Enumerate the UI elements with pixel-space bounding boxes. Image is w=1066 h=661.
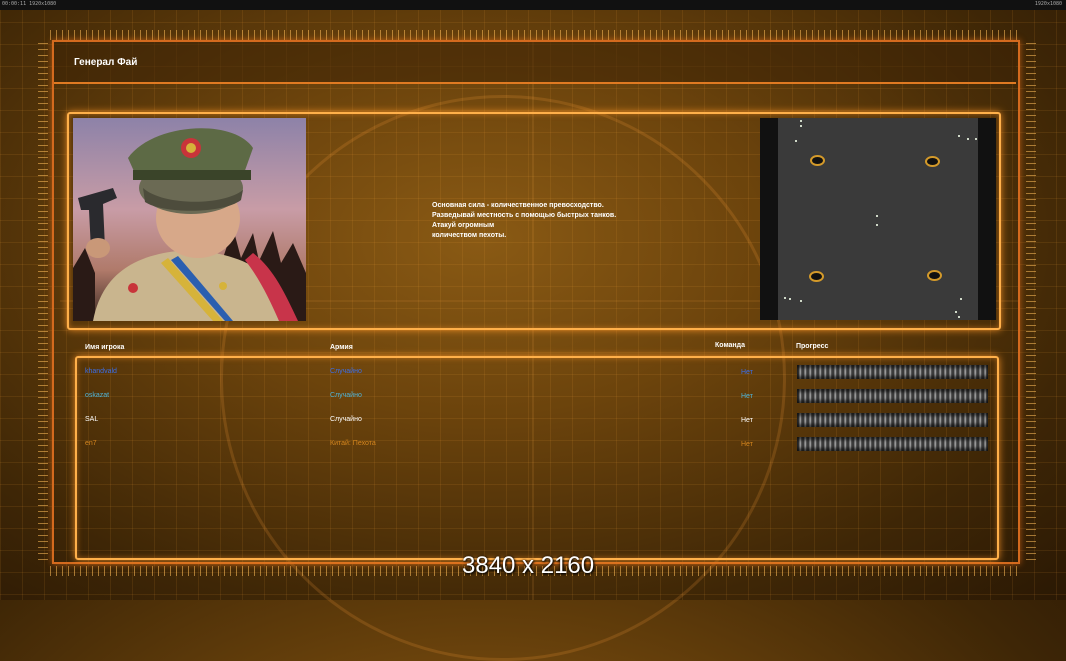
map-resource-dot — [789, 298, 791, 300]
header-army: Армия — [330, 344, 353, 351]
player-name[interactable]: en7 — [85, 440, 97, 447]
map-resource-dot — [800, 125, 802, 127]
ruler-right — [1026, 40, 1036, 560]
team-select[interactable]: Нет — [741, 393, 753, 400]
player-name[interactable]: khandvald — [85, 368, 117, 375]
player-name[interactable]: SAL — [85, 416, 98, 423]
team-select[interactable]: Нет — [741, 417, 753, 424]
map-resource-dot — [960, 298, 962, 300]
team-select[interactable]: Нет — [741, 369, 753, 376]
player-row[interactable]: en7 Китай: Пехота Нет — [0, 437, 1066, 457]
map-resource-dot — [958, 316, 960, 318]
ruler-left — [38, 40, 48, 560]
map-resource-dot — [800, 120, 802, 122]
description-line: количеством пехоты. — [432, 232, 507, 239]
player-row[interactable]: khandvald Случайно Нет — [0, 365, 1066, 385]
player-list-panel — [75, 356, 999, 560]
title-bar-text: 00:00:11 1920x1080 — [2, 1, 57, 7]
army-select[interactable]: Случайно — [330, 368, 362, 375]
loading-progress-bar — [797, 365, 988, 379]
resolution-overlay: 3840 x 2160 — [462, 552, 595, 579]
header-band — [54, 42, 1016, 84]
window-title-bar: 00:00:11 1920x1080 1920x1080 — [0, 0, 1066, 10]
army-select[interactable]: Случайно — [330, 392, 362, 399]
start-position-4[interactable] — [927, 270, 942, 281]
header-team: Команда — [715, 342, 745, 349]
player-row[interactable]: SAL Случайно Нет — [0, 413, 1066, 433]
army-select[interactable]: Китай: Пехота — [330, 440, 376, 447]
start-position-3[interactable] — [809, 271, 824, 282]
map-resource-dot — [800, 300, 802, 302]
loading-progress-bar — [797, 389, 988, 403]
loading-progress-bar — [797, 413, 988, 427]
map-resource-dot — [795, 140, 797, 142]
map-field — [778, 118, 978, 320]
map-resource-dot — [975, 138, 977, 140]
player-name[interactable]: oskazat — [85, 392, 109, 399]
map-resource-dot — [784, 297, 786, 299]
start-position-2[interactable] — [925, 156, 940, 167]
team-select[interactable]: Нет — [741, 441, 753, 448]
map-resource-dot — [958, 135, 960, 137]
map-preview[interactable] — [760, 118, 996, 320]
general-title: Генерал Фай — [74, 57, 138, 68]
description-line: Разведывай местность с помощью быстрых т… — [432, 212, 617, 219]
ruler-top — [50, 30, 1021, 40]
map-resource-dot — [955, 311, 957, 313]
corner-badge: 1920x1080 — [1034, 1, 1062, 7]
map-resource-dot — [967, 138, 969, 140]
loading-progress-bar — [797, 437, 988, 451]
general-description: Основная сила - количественное превосход… — [432, 201, 616, 241]
map-resource-dot — [876, 224, 878, 226]
description-line: Атакуй огромным — [432, 222, 495, 229]
description-line: Основная сила - количественное превосход… — [432, 202, 604, 209]
header-player-name: Имя игрока — [85, 344, 125, 351]
army-select[interactable]: Случайно — [330, 416, 362, 423]
general-portrait — [73, 118, 306, 321]
header-progress: Прогресс — [796, 343, 829, 350]
player-row[interactable]: oskazat Случайно Нет — [0, 389, 1066, 409]
map-resource-dot — [876, 215, 878, 217]
portrait-image — [73, 118, 306, 321]
start-position-1[interactable] — [810, 155, 825, 166]
